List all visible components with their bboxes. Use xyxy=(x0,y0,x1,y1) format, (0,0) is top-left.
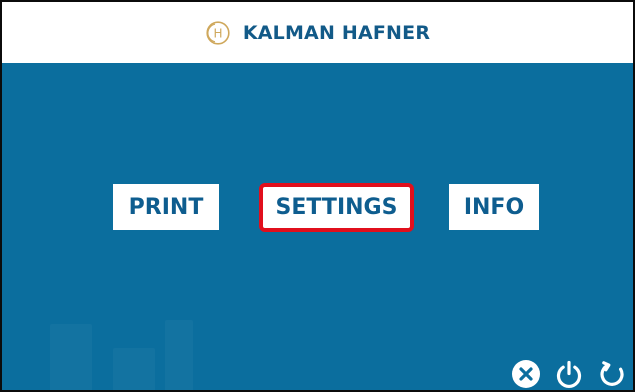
power-icon[interactable] xyxy=(554,359,584,389)
settings-button[interactable]: SETTINGS xyxy=(259,183,414,232)
main-menu-area: PRINT SETTINGS INFO xyxy=(2,63,633,390)
background-silhouette xyxy=(113,348,155,390)
background-silhouette xyxy=(165,320,193,390)
logo-letter: H xyxy=(213,26,222,40)
print-button[interactable]: PRINT xyxy=(113,184,219,230)
brand-name: KALMAN HAFNER xyxy=(242,21,431,44)
info-button[interactable]: INFO xyxy=(449,184,539,230)
background-silhouette xyxy=(50,324,92,390)
refresh-icon[interactable] xyxy=(597,359,627,389)
header-bar: H KALMAN HAFNER xyxy=(2,2,633,63)
close-circle-icon[interactable] xyxy=(511,359,541,389)
kalman-hafner-logo-icon: H xyxy=(206,20,230,45)
footer-controls xyxy=(511,359,627,389)
touchscreen: H KALMAN HAFNER PRINT SETTINGS INFO xyxy=(0,0,635,392)
